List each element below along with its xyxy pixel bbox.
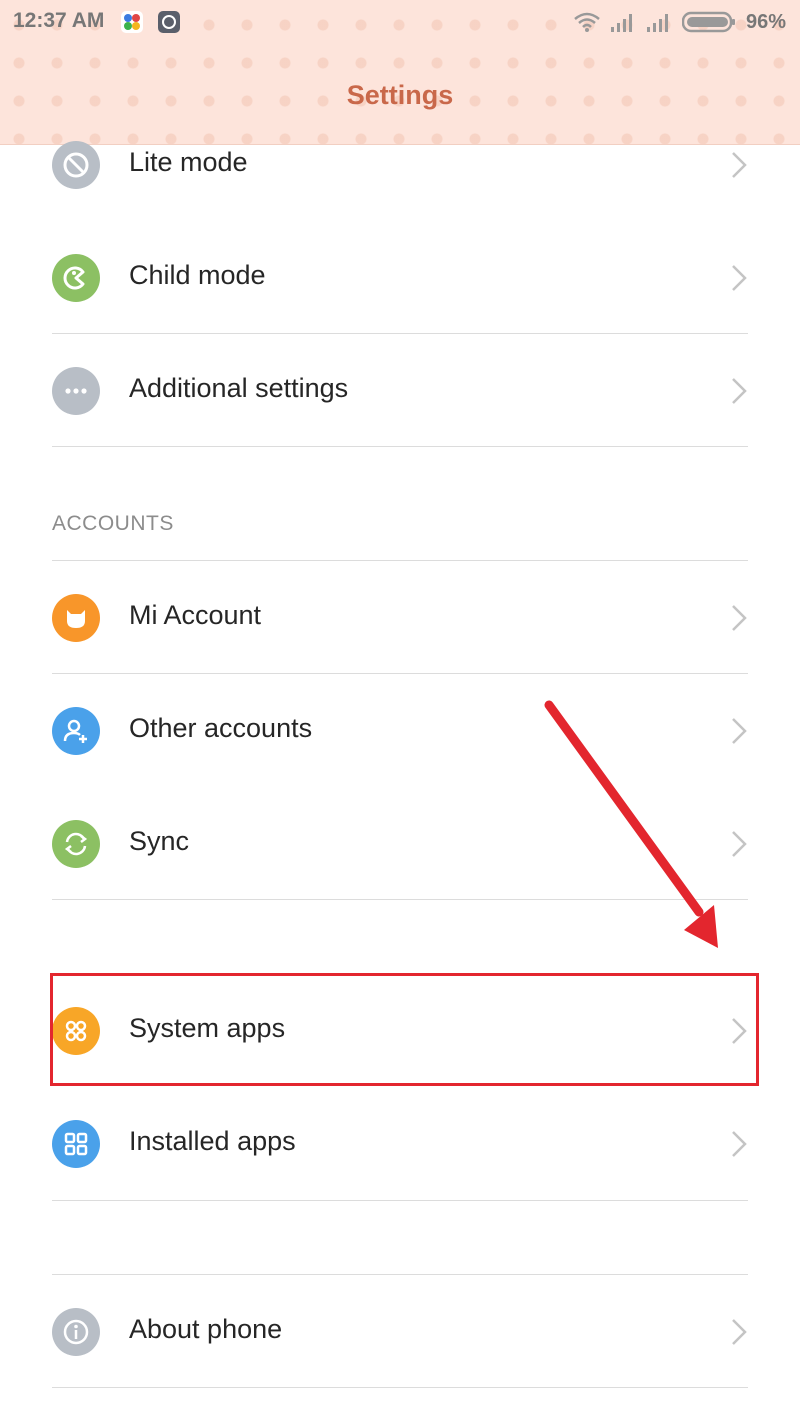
more-dots-icon	[52, 367, 100, 415]
settings-item-installed-apps[interactable]: Installed apps	[0, 1087, 800, 1200]
page-title: Settings	[346, 80, 454, 110]
mi-account-icon	[52, 594, 100, 642]
settings-item-label: Sync	[129, 826, 190, 856]
divider	[52, 899, 748, 900]
chevron-right-icon	[732, 152, 747, 178]
settings-item-additional-settings[interactable]: Additional settings	[0, 334, 800, 447]
settings-item-label: About phone	[129, 1314, 283, 1344]
settings-item-sync[interactable]: Sync	[0, 787, 800, 900]
settings-item-lite-mode[interactable]: Lite mode	[0, 108, 800, 221]
info-icon	[52, 1308, 100, 1356]
lite-mode-icon	[52, 141, 100, 189]
settings-item-label: Other accounts	[129, 713, 313, 743]
chevron-right-icon	[732, 378, 747, 404]
settings-item-other-accounts[interactable]: Other accounts	[0, 674, 800, 787]
app-notification-icon-2	[158, 11, 180, 33]
chevron-right-icon	[732, 605, 747, 631]
settings-item-label: Child mode	[129, 260, 266, 290]
section-header-accounts: ACCOUNTS	[52, 512, 174, 535]
battery-icon	[681, 11, 735, 33]
divider	[52, 1387, 748, 1388]
settings-item-about-phone[interactable]: About phone	[0, 1275, 800, 1388]
settings-item-child-mode[interactable]: Child mode	[0, 221, 800, 334]
settings-item-label: Mi Account	[129, 600, 262, 630]
settings-item-label: Installed apps	[129, 1126, 296, 1156]
sync-icon	[52, 820, 100, 868]
signal-icon	[610, 14, 632, 32]
app-notification-icon	[121, 11, 143, 33]
chevron-right-icon	[732, 718, 747, 744]
add-account-icon	[52, 707, 100, 755]
chevron-right-icon	[732, 1319, 747, 1345]
installed-apps-icon	[52, 1120, 100, 1168]
divider	[52, 1200, 748, 1201]
settings-item-label: Lite mode	[129, 147, 248, 177]
annotation-highlight-box	[50, 973, 759, 1086]
settings-item-mi-account[interactable]: Mi Account	[0, 561, 800, 674]
chevron-right-icon	[732, 831, 747, 857]
chevron-right-icon	[732, 1131, 747, 1157]
chevron-right-icon	[732, 265, 747, 291]
battery-percentage: 96%	[745, 10, 786, 33]
child-mode-icon	[52, 254, 100, 302]
status-time: 12:37 AM	[13, 9, 105, 32]
divider	[52, 446, 748, 447]
wifi-icon	[574, 12, 600, 32]
signal-icon-2	[646, 14, 668, 32]
settings-item-label: Additional settings	[129, 373, 349, 403]
status-bar: 12:37 AM 96%	[0, 0, 800, 44]
